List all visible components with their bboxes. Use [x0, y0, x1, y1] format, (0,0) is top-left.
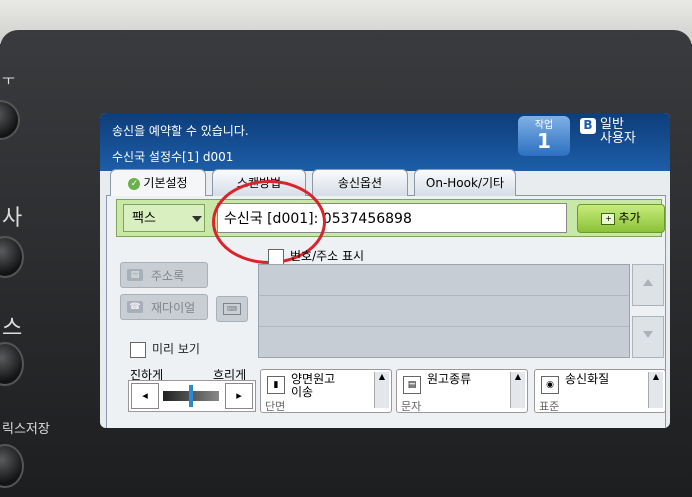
duplex-title: 양면원고 이송	[291, 372, 336, 399]
add-button-label: 추가	[618, 211, 641, 225]
side-label-sa: 사	[2, 206, 23, 231]
list-item[interactable]	[259, 327, 629, 357]
duplex-value: 단면	[265, 400, 286, 413]
tab-basic[interactable]: ✓ 기본설정	[110, 169, 206, 196]
show-address-checkbox[interactable]	[268, 248, 284, 265]
add-icon: +	[601, 212, 616, 225]
duplex-option[interactable]: ▮ 양면원고 이송 단면 ▲	[260, 369, 392, 413]
send-quality-scroll[interactable]: ▲	[648, 372, 663, 408]
document-type-option[interactable]: ▤ 원고종류 문자 ▲	[396, 369, 528, 413]
density-increase-button[interactable]: ▸	[225, 383, 253, 409]
document-type-scroll[interactable]: ▲	[510, 372, 525, 408]
user-label: 일반 사용자	[600, 117, 636, 146]
status-bar: 송신을 예약할 수 있습니다. 수신국 설정수[1] d001 작업 1 B 일…	[100, 113, 670, 171]
scroll-up-button[interactable]	[632, 264, 664, 306]
preview-checkbox[interactable]	[130, 341, 146, 358]
side-label-scan-save: 릭스저장	[2, 422, 50, 437]
destination-list	[258, 264, 630, 358]
list-item[interactable]	[259, 265, 629, 296]
keyboard-icon: ⌨	[223, 303, 241, 315]
checkmark-icon: ✓	[128, 177, 141, 190]
redial-label: 재다이얼	[151, 301, 196, 315]
arrow-up-icon	[643, 279, 653, 286]
quality-icon: ◉	[541, 376, 559, 394]
scroll-down-button[interactable]	[632, 316, 664, 358]
arrow-down-icon	[643, 331, 653, 338]
tab-onhook-other-label: On-Hook/기타	[425, 176, 505, 190]
send-quality-option[interactable]: ◉ 송신화질 표준 ▲	[534, 369, 666, 413]
density-slider[interactable]: ◂ ▸	[128, 380, 256, 412]
address-book-icon: ▤	[127, 269, 143, 281]
user-button[interactable]: B 일반 사용자	[578, 116, 658, 156]
phone-icon: ☎	[127, 301, 143, 313]
address-book-label: 주소록	[151, 269, 185, 283]
job-number: 1	[537, 129, 551, 153]
fax-mode-label: 팩스	[132, 211, 156, 226]
document-type-value: 문자	[401, 400, 422, 413]
show-address-toggle[interactable]: 번호/주소 표시	[268, 247, 364, 265]
duplex-scroll[interactable]: ▲	[374, 372, 389, 408]
tab-basic-label: 기본설정	[143, 176, 188, 190]
preview-label: 미리 보기	[152, 342, 200, 356]
destination-count: 수신국 설정수[1] d001	[112, 150, 234, 164]
redial-button[interactable]: ☎ 재다이얼	[120, 294, 208, 320]
density-decrease-button[interactable]: ◂	[131, 383, 159, 409]
dropdown-arrow-icon	[192, 216, 202, 222]
add-button[interactable]: + 추가	[577, 204, 665, 233]
duplex-icon: ▮	[267, 376, 285, 394]
side-label-top: ㅜ	[2, 73, 15, 89]
send-quality-value: 표준	[539, 400, 560, 413]
status-message: 송신을 예약할 수 있습니다.	[112, 124, 249, 138]
document-icon: ▤	[403, 376, 421, 394]
document-type-title: 원고종류	[427, 372, 472, 386]
user-icon: B	[580, 118, 596, 134]
preview-toggle[interactable]: 미리 보기	[130, 340, 200, 358]
address-row: 팩스 수신국 [d001]: 0537456898 + 추가	[116, 199, 665, 237]
tab-onhook-other[interactable]: On-Hook/기타	[414, 169, 516, 196]
keyboard-button[interactable]: ⌨	[216, 296, 248, 322]
density-marker[interactable]	[189, 385, 193, 407]
send-quality-title: 송신화질	[565, 372, 610, 386]
job-button[interactable]: 작업 1	[518, 116, 570, 156]
side-label-seu: 스	[2, 316, 23, 341]
tab-send-options[interactable]: 송신옵션	[312, 169, 408, 196]
list-item[interactable]	[259, 296, 629, 327]
address-book-button[interactable]: ▤ 주소록	[120, 262, 208, 288]
fax-mode-select[interactable]: 팩스	[123, 204, 205, 232]
tab-send-options-label: 송신옵션	[337, 176, 383, 190]
show-address-label: 번호/주소 표시	[290, 249, 365, 263]
